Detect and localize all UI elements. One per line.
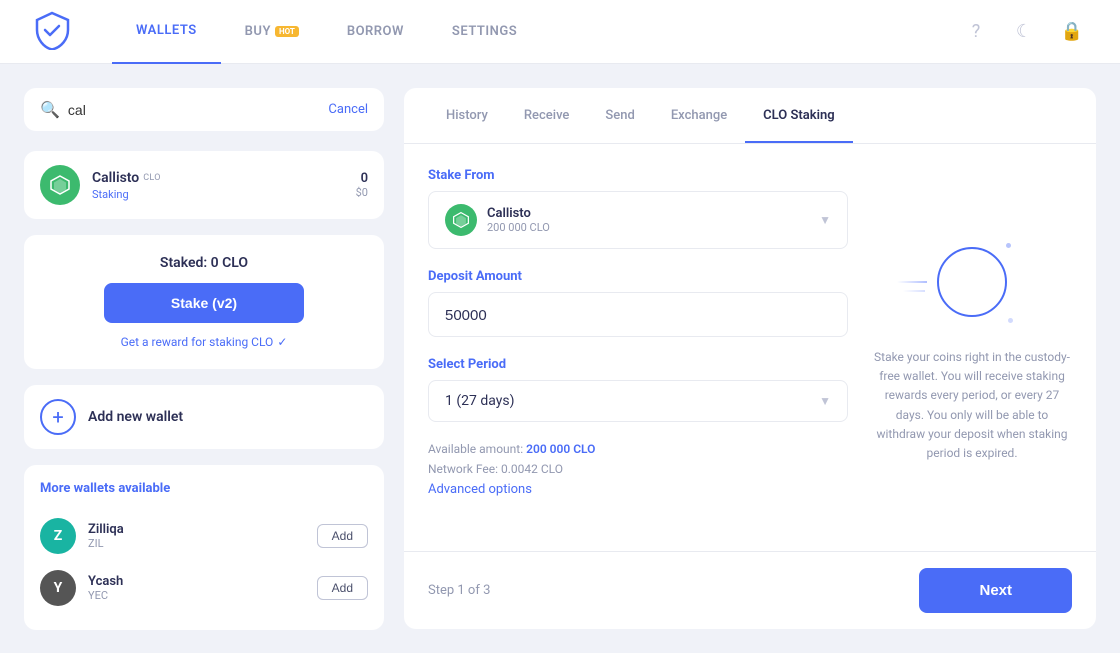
stake-from-field: Stake From Callisto 200 000 CLO ▼ bbox=[428, 168, 848, 249]
staking-card: Staked: 0 CLO Stake (v2) Get a reward fo… bbox=[24, 235, 384, 369]
next-button[interactable]: Next bbox=[919, 568, 1072, 613]
form-section: Stake From Callisto 200 000 CLO ▼ bbox=[428, 168, 848, 527]
lock-icon[interactable]: 🔒 bbox=[1056, 16, 1088, 48]
available-row: Available amount: 200 000 CLO bbox=[428, 442, 848, 456]
period-label: Select Period bbox=[428, 357, 848, 372]
tab-receive[interactable]: Receive bbox=[506, 88, 588, 143]
deposit-label: Deposit Amount bbox=[428, 269, 848, 284]
nav-actions: ? ☾ 🔒 bbox=[960, 16, 1088, 48]
tab-exchange[interactable]: Exchange bbox=[653, 88, 745, 143]
tab-history[interactable]: History bbox=[428, 88, 506, 143]
from-name: Callisto bbox=[487, 206, 809, 221]
period-field: Select Period 1 (27 days) ▼ bbox=[428, 357, 848, 422]
add-wallet-card[interactable]: + Add new wallet bbox=[24, 385, 384, 449]
staking-label: Staked: 0 CLO bbox=[160, 255, 248, 271]
navbar: WALLETS BUY HOT BORROW SETTINGS ? ☾ 🔒 bbox=[0, 0, 1120, 64]
advanced-options-link[interactable]: Advanced options bbox=[428, 482, 848, 497]
stake-button[interactable]: Stake (v2) bbox=[104, 283, 304, 323]
search-input[interactable] bbox=[68, 102, 321, 118]
from-amount: 200 000 CLO bbox=[487, 221, 809, 234]
period-value: 1 (27 days) bbox=[445, 393, 819, 409]
add-zilliqa-button[interactable]: Add bbox=[317, 524, 368, 548]
tab-clo-staking[interactable]: CLO Staking bbox=[745, 88, 853, 143]
add-icon: + bbox=[40, 399, 76, 435]
nav-borrow[interactable]: BORROW bbox=[323, 0, 428, 64]
fee-row: Network Fee: 0.0042 CLO bbox=[428, 462, 848, 476]
wallet-balance: 0 $0 bbox=[356, 171, 368, 199]
moon-icon[interactable]: ☾ bbox=[1008, 16, 1040, 48]
search-icon: 🔍 bbox=[40, 100, 60, 119]
available-value: 200 000 CLO bbox=[526, 442, 595, 456]
reward-link[interactable]: Get a reward for staking CLO ✓ bbox=[121, 335, 288, 349]
wallet-ticker: CLO bbox=[143, 173, 161, 183]
more-wallets-card: More wallets available Z Zilliqa ZIL Add… bbox=[24, 465, 384, 630]
help-icon[interactable]: ? bbox=[960, 16, 992, 48]
info-section: Stake your coins right in the custody-fr… bbox=[872, 168, 1072, 527]
right-panel: History Receive Send Exchange CLO Stakin… bbox=[404, 88, 1096, 629]
nav-settings[interactable]: SETTINGS bbox=[428, 0, 541, 64]
search-card: 🔍 Cancel bbox=[24, 88, 384, 131]
ycash-ticker: YEC bbox=[88, 589, 305, 602]
tabs-row: History Receive Send Exchange CLO Stakin… bbox=[404, 88, 1096, 144]
wallet-item-card[interactable]: Callisto CLO Staking 0 $0 bbox=[24, 151, 384, 219]
nav-buy[interactable]: BUY HOT bbox=[221, 0, 323, 64]
tab-send[interactable]: Send bbox=[587, 88, 652, 143]
main-content: 🔍 Cancel Callisto CLO Staking 0 $0 bbox=[0, 64, 1120, 653]
from-chevron-icon: ▼ bbox=[819, 213, 831, 227]
deposit-field: Deposit Amount bbox=[428, 269, 848, 337]
from-selector[interactable]: Callisto 200 000 CLO ▼ bbox=[428, 191, 848, 249]
wallet-avatar bbox=[40, 165, 80, 205]
amount-input-wrap bbox=[428, 292, 848, 337]
wallet-name: Callisto CLO bbox=[92, 170, 344, 186]
left-panel: 🔍 Cancel Callisto CLO Staking 0 $0 bbox=[24, 88, 384, 629]
step-label: Step 1 of 3 bbox=[428, 583, 490, 598]
period-chevron-icon: ▼ bbox=[819, 394, 831, 408]
list-item: Y Ycash YEC Add bbox=[40, 562, 368, 614]
fee-value: 0.0042 CLO bbox=[501, 462, 563, 476]
zilliqa-name: Zilliqa bbox=[88, 522, 305, 537]
ycash-avatar: Y bbox=[40, 570, 76, 606]
deposit-input[interactable] bbox=[445, 307, 831, 324]
nav-wallets[interactable]: WALLETS bbox=[112, 0, 221, 64]
nav-links: WALLETS BUY HOT BORROW SETTINGS bbox=[112, 0, 960, 64]
zilliqa-ticker: ZIL bbox=[88, 537, 305, 550]
wallet-info: Callisto CLO Staking bbox=[92, 170, 344, 201]
info-rows: Available amount: 200 000 CLO Network Fe… bbox=[428, 442, 848, 497]
nav-buy-badge: HOT bbox=[275, 26, 299, 37]
logo bbox=[32, 10, 72, 54]
more-wallets-title: More wallets available bbox=[40, 481, 368, 496]
zilliqa-avatar: Z bbox=[40, 518, 76, 554]
add-ycash-button[interactable]: Add bbox=[317, 576, 368, 600]
circle-decoration bbox=[912, 232, 1032, 332]
search-cancel[interactable]: Cancel bbox=[328, 102, 368, 117]
list-item: Z Zilliqa ZIL Add bbox=[40, 510, 368, 562]
panel-body: Stake From Callisto 200 000 CLO ▼ bbox=[404, 144, 1096, 551]
wallet-sub: Staking bbox=[92, 188, 344, 201]
stake-from-label: Stake From bbox=[428, 168, 848, 183]
external-link-icon: ✓ bbox=[277, 335, 287, 349]
info-text: Stake your coins right in the custody-fr… bbox=[872, 348, 1072, 463]
search-row: 🔍 Cancel bbox=[40, 100, 368, 119]
from-avatar bbox=[445, 204, 477, 236]
add-wallet-label: Add new wallet bbox=[88, 409, 183, 425]
ycash-name: Ycash bbox=[88, 574, 305, 589]
period-selector[interactable]: 1 (27 days) ▼ bbox=[428, 380, 848, 422]
panel-footer: Step 1 of 3 Next bbox=[404, 551, 1096, 629]
